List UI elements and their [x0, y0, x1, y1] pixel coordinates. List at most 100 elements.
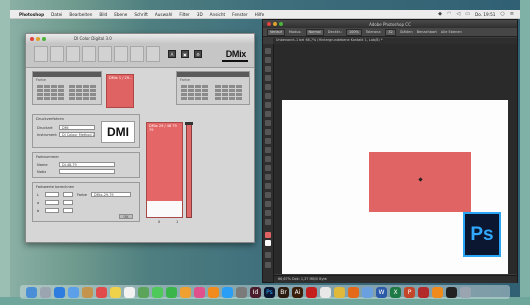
blur-tool-icon[interactable]: [265, 156, 271, 162]
notification-center-icon[interactable]: ≡: [510, 11, 514, 17]
menu-3d[interactable]: 3D: [197, 12, 203, 17]
vlc-icon[interactable]: [432, 286, 443, 298]
ibooks-icon[interactable]: [208, 286, 219, 298]
textedit-icon[interactable]: [320, 286, 331, 298]
calendar-icon[interactable]: [96, 286, 107, 298]
messages-icon[interactable]: [152, 286, 163, 298]
appstore-icon[interactable]: [222, 286, 233, 298]
illustrator-icon[interactable]: Ai: [292, 286, 303, 298]
background-color-icon[interactable]: [265, 240, 271, 246]
name-input[interactable]: DI-48-79: [59, 162, 115, 167]
a-input[interactable]: [45, 200, 59, 205]
eraser-tool-icon[interactable]: [265, 138, 271, 144]
shape-tool-icon[interactable]: [265, 201, 271, 207]
druckart-select[interactable]: DMI: [59, 125, 95, 130]
screen-mode-tool-icon[interactable]: [265, 262, 271, 268]
menu-filter[interactable]: Filter: [179, 12, 189, 17]
menu-bearbeiten[interactable]: Bearbeiten: [69, 12, 92, 17]
battery-icon[interactable]: ▭: [465, 11, 470, 17]
quick-mask-tool-icon[interactable]: [265, 252, 271, 258]
menubar-clock[interactable]: Do. 19:51: [475, 12, 495, 17]
tool-slot-6[interactable]: [146, 46, 160, 62]
ps-option-verlauf[interactable]: Verlauf: [267, 28, 285, 36]
terminal-icon[interactable]: [446, 286, 457, 298]
spotlight-icon[interactable]: ○: [500, 11, 504, 17]
menu-ansicht[interactable]: Ansicht: [210, 12, 225, 17]
preview-icon[interactable]: [362, 286, 373, 298]
systemprefs-icon[interactable]: [236, 286, 247, 298]
tool-slot-1[interactable]: [66, 46, 80, 62]
wifi-icon[interactable]: ◠: [447, 11, 451, 17]
b-input[interactable]: [45, 208, 59, 213]
gradient-tool-icon[interactable]: [265, 147, 271, 153]
quick-select-tool-icon[interactable]: [265, 75, 271, 81]
tool-slot-brush-icon[interactable]: [34, 46, 48, 62]
word-icon[interactable]: W: [376, 286, 387, 298]
settings-tool-icon[interactable]: ⚙: [194, 50, 202, 58]
pen-tool-icon[interactable]: [265, 174, 271, 180]
tool-slot-2[interactable]: [82, 46, 96, 62]
maps-icon[interactable]: [138, 286, 149, 298]
photoshop-icon[interactable]: Ps: [264, 286, 275, 298]
foreground-color-icon[interactable]: [265, 232, 271, 238]
instrument-select[interactable]: DI Colour Method 2.0: [59, 132, 95, 137]
farbe-input[interactable]: DMix-29-79: [91, 192, 131, 197]
finder-icon[interactable]: [26, 286, 37, 298]
safari-icon[interactable]: [54, 286, 65, 298]
reminders-icon[interactable]: [124, 286, 135, 298]
ps-option-glaetten[interactable]: Glätten: [400, 30, 413, 34]
photos-icon[interactable]: [180, 286, 191, 298]
marquee-tool-icon[interactable]: [265, 57, 271, 63]
move-tool-icon[interactable]: [265, 48, 271, 54]
itunes-icon[interactable]: [194, 286, 205, 298]
volume-icon[interactable]: ◁: [456, 11, 460, 17]
acrobat-icon[interactable]: [306, 286, 317, 298]
zoom-tool-icon[interactable]: [265, 219, 271, 225]
ps-option-alle-ebenen[interactable]: Alle Ebenen: [441, 30, 462, 34]
powerpoint-icon[interactable]: P: [404, 286, 415, 298]
menu-schrift[interactable]: Schrift: [134, 12, 148, 17]
menu-auswahl[interactable]: Auswahl: [155, 12, 173, 17]
brush-tool-icon[interactable]: [265, 111, 271, 117]
value-field-2[interactable]: [63, 200, 73, 205]
lightness-slider-knob[interactable]: [185, 122, 193, 125]
menu-hilfe[interactable]: Hilfe: [255, 12, 265, 17]
lasso-tool-icon[interactable]: [265, 66, 271, 72]
ps-option-benachbart[interactable]: Benachbart: [417, 30, 437, 34]
path-select-tool-icon[interactable]: [265, 192, 271, 198]
stamp-tool-icon[interactable]: [265, 120, 271, 126]
value-field-1[interactable]: [63, 192, 73, 197]
menu-fenster[interactable]: Fenster: [232, 12, 248, 17]
arrange-tool-icon[interactable]: ▣: [181, 50, 189, 58]
l-input[interactable]: [45, 192, 59, 197]
chrome-icon[interactable]: [334, 286, 345, 298]
ps-option-deckkraft-input[interactable]: 100%: [346, 28, 362, 36]
ok-button[interactable]: OK: [119, 214, 133, 219]
tool-slot-4[interactable]: [114, 46, 128, 62]
filezilla-icon[interactable]: [418, 286, 429, 298]
mail-icon[interactable]: [68, 286, 79, 298]
excel-icon[interactable]: X: [390, 286, 401, 298]
hand-tool-icon[interactable]: [265, 210, 271, 216]
firefox-icon[interactable]: [348, 286, 359, 298]
menu-datei[interactable]: Datei: [51, 12, 62, 17]
menu-bild[interactable]: Bild: [99, 12, 107, 17]
text-tool-icon[interactable]: A: [168, 50, 176, 58]
history-brush-tool-icon[interactable]: [265, 129, 271, 135]
zoom-button[interactable]: [42, 36, 46, 41]
contacts-icon[interactable]: [82, 286, 93, 298]
launchpad-icon[interactable]: [40, 286, 51, 298]
lightness-slider[interactable]: [185, 122, 193, 218]
ps-option-toleranz-input[interactable]: 32: [385, 28, 396, 36]
bridge-icon[interactable]: Br: [278, 286, 289, 298]
trash-icon[interactable]: [460, 286, 471, 298]
value-field-3[interactable]: [63, 208, 73, 213]
type-tool-icon[interactable]: [265, 183, 271, 189]
notiz-input[interactable]: [59, 169, 115, 174]
indesign-icon[interactable]: Id: [250, 286, 261, 298]
ps-option-modus-select[interactable]: Normal: [305, 28, 324, 36]
tool-slot-3[interactable]: [98, 46, 112, 62]
eyedropper-tool-icon[interactable]: [265, 93, 271, 99]
tool-slot-5[interactable]: [130, 46, 144, 62]
dropbox-icon[interactable]: ◆: [438, 11, 442, 17]
